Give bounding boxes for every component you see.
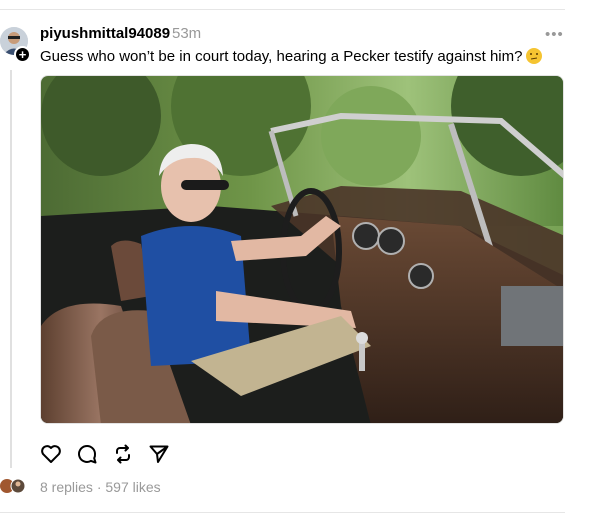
bottom-divider <box>0 512 565 513</box>
more-dots-icon[interactable]: ••• <box>545 26 564 43</box>
comment-bubble-icon[interactable] <box>76 443 98 465</box>
timestamp: 53m <box>172 25 202 42</box>
send-icon[interactable] <box>148 443 170 465</box>
follow-plus-icon[interactable]: + <box>14 46 31 63</box>
caption-text: Guess who won’t be in court today, heari… <box>40 48 523 65</box>
stats-separator: · <box>96 479 102 495</box>
username[interactable]: piyushmittal94089 <box>40 25 170 42</box>
post-stats: 8 replies · 597 likes <box>40 479 161 495</box>
thinking-face-emoji <box>526 48 543 64</box>
thread-line <box>10 70 12 468</box>
likes-count[interactable]: 597 likes <box>105 479 160 495</box>
post-photo[interactable] <box>40 75 564 424</box>
post-caption: Guess who won’t be in court today, heari… <box>40 48 543 65</box>
top-divider <box>0 9 565 10</box>
post-actions <box>40 443 184 465</box>
heart-icon[interactable] <box>40 443 62 465</box>
repost-icon[interactable] <box>112 443 134 465</box>
replies-count[interactable]: 8 replies <box>40 479 93 495</box>
reply-avatars <box>0 477 28 495</box>
